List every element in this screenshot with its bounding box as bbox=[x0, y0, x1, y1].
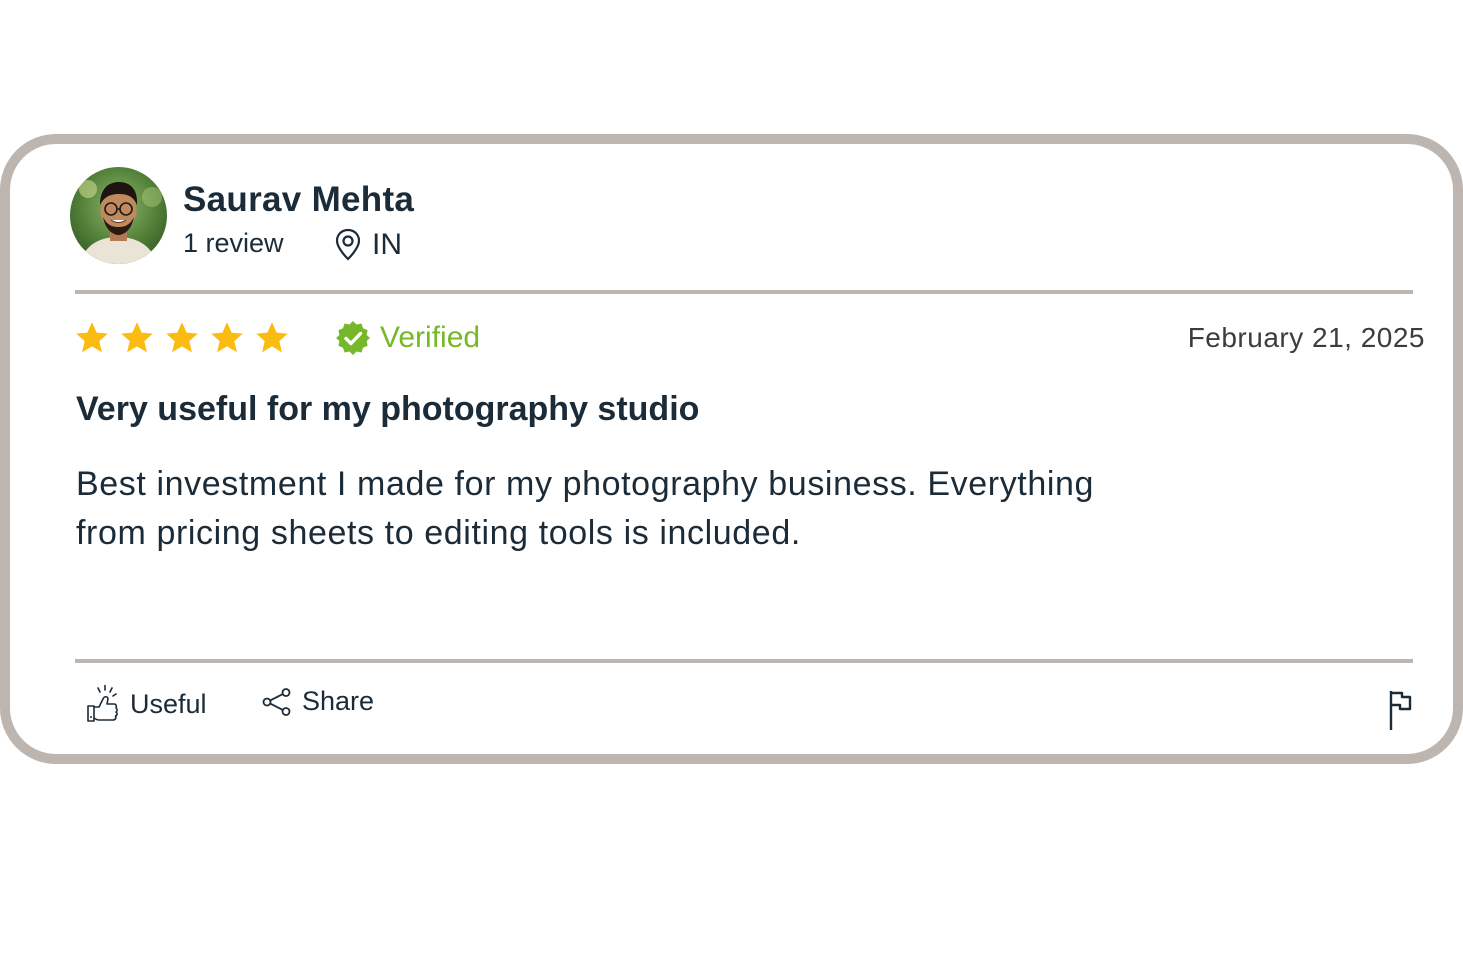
reviewer-name: Saurav Mehta bbox=[183, 180, 415, 219]
flag-icon[interactable] bbox=[1388, 689, 1414, 731]
useful-label: Useful bbox=[130, 688, 207, 719]
star-icon bbox=[256, 322, 288, 353]
verified-check-icon bbox=[336, 321, 370, 355]
avatar bbox=[70, 167, 167, 264]
location-label: IN bbox=[372, 228, 402, 261]
star-icon bbox=[166, 322, 198, 353]
share-label: Share bbox=[302, 686, 375, 716]
useful-button[interactable]: Useful bbox=[86, 684, 207, 724]
location-pin-icon bbox=[334, 228, 362, 262]
review-title: Very useful for my photography studio bbox=[76, 390, 700, 428]
review-date: February 21, 2025 bbox=[1187, 322, 1425, 353]
review-card: Saurav Mehta 1 review IN Verified Februa… bbox=[0, 134, 1463, 764]
star-icon bbox=[76, 322, 108, 353]
verified-badge: Verified bbox=[335, 320, 480, 356]
star-icon bbox=[121, 322, 153, 353]
verified-label: Verified bbox=[380, 321, 481, 354]
review-count: 1 review bbox=[183, 228, 284, 258]
thumbs-up-icon bbox=[87, 684, 118, 722]
share-button[interactable]: Share bbox=[262, 686, 374, 717]
star-rating bbox=[74, 320, 290, 356]
reviewer-location: IN bbox=[334, 228, 402, 262]
divider bbox=[75, 290, 1413, 294]
divider bbox=[75, 659, 1413, 663]
review-body: Best investment I made for my photograph… bbox=[76, 465, 1095, 552]
share-icon bbox=[262, 687, 291, 716]
star-icon bbox=[211, 322, 243, 353]
